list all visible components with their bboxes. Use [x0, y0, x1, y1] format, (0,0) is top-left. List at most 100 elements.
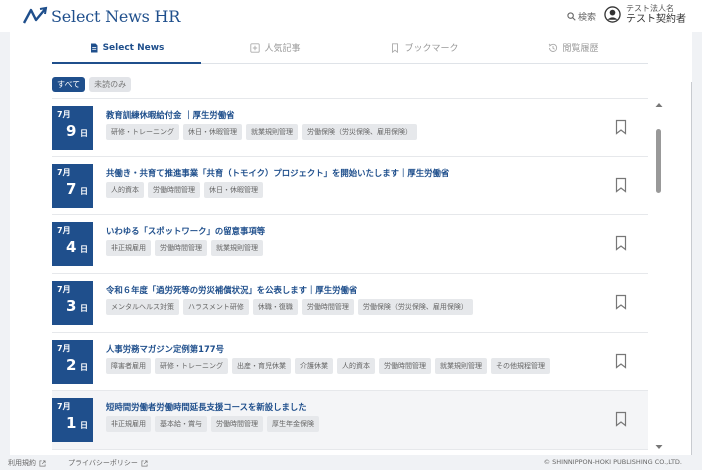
tag[interactable]: 研修・トレーニング: [155, 357, 228, 374]
tag-list: 非正規雇用 労働時間管理 就業規則管理: [106, 240, 263, 257]
filter-chips: すべて 未読のみ: [52, 77, 132, 92]
tab-bookmark[interactable]: ブックマーク: [350, 32, 499, 63]
scroll-down-arrow-icon[interactable]: [655, 444, 663, 450]
tag[interactable]: 休日・休暇管理: [183, 124, 242, 140]
article-title[interactable]: 人事労務マガジン定例第177号: [106, 343, 224, 355]
bookmark-icon[interactable]: [614, 119, 628, 135]
tag[interactable]: 労働時間管理: [379, 357, 431, 374]
tag[interactable]: 休職・復職: [252, 299, 298, 316]
user-name: テスト契約者: [626, 14, 686, 25]
article-title[interactable]: 令和６年度「過労死等の労災補償状況」を公表します｜厚生労働省: [106, 284, 357, 296]
user-menu[interactable]: テスト法人名 テスト契約者: [604, 3, 686, 25]
tab-select-news[interactable]: Select News: [52, 32, 201, 64]
date-month: 7月: [57, 110, 71, 119]
tab-label: 閲覧履歴: [562, 44, 599, 54]
date-day: 7: [66, 179, 77, 198]
tag[interactable]: メンタルヘルス対策: [106, 299, 179, 316]
plus-box-icon: [250, 42, 261, 53]
tag[interactable]: 労働時間管理: [211, 416, 263, 433]
article-title[interactable]: 教育訓練休暇給付金 ｜厚生労働省: [106, 109, 235, 121]
bookmark-icon[interactable]: [614, 235, 628, 252]
date-day: 1: [66, 414, 77, 433]
article-list: 7月 9 日 教育訓練休暇給付金 ｜厚生労働省 研修・トレーニング 休日・休暇管…: [52, 98, 648, 455]
date-month: 7月: [57, 402, 71, 412]
panel-edge: [691, 82, 692, 455]
date-month: 7月: [57, 285, 71, 295]
search-icon: [567, 12, 576, 21]
tag[interactable]: 労働時間管理: [148, 181, 200, 198]
external-link-icon: [141, 460, 148, 466]
date-suffix: 日: [80, 129, 88, 138]
date-badge: 7月 7 日: [52, 163, 93, 208]
tag[interactable]: ハラスメント研修: [183, 299, 249, 316]
search-button[interactable]: 検索: [567, 10, 596, 23]
tag-list: メンタルヘルス対策 ハラスメント研修 休職・復職 労働時間管理 労働保険（労災保…: [106, 299, 473, 316]
tag[interactable]: 障害者雇用: [106, 357, 151, 374]
article-item[interactable]: 7月 1 日 短時間労働者労働時間延長支援コースを新設しました 非正規雇用 基本…: [52, 391, 648, 451]
scroll-up-arrow-icon[interactable]: [655, 102, 663, 108]
tag[interactable]: 出産・育児休業: [232, 357, 291, 374]
tag[interactable]: 非正規雇用: [106, 416, 151, 433]
history-icon: [549, 43, 558, 52]
article-item[interactable]: 7月 4 日 いわゆる「スポットワーク」の留意事項等 非正規雇用 労働時間管理 …: [52, 215, 648, 275]
article-item[interactable]: 7月 3 日 令和６年度「過労死等の労災補償状況」を公表します｜厚生労働省 メン…: [52, 274, 648, 333]
article-item[interactable]: 7月 2 日 人事労務マガジン定例第177号 障害者雇用 研修・トレーニング 出…: [52, 333, 648, 392]
filter-unread[interactable]: 未読のみ: [89, 77, 132, 92]
tag[interactable]: 労働保険（労災保険、雇用保険）: [357, 299, 473, 316]
date-day: 2: [66, 355, 77, 374]
search-label: 検索: [578, 13, 597, 23]
date-month: 7月: [57, 343, 71, 353]
tag[interactable]: 労働保険（労災保険、雇用保険）: [302, 124, 417, 140]
article-item[interactable]: 7月 9 日 教育訓練休暇給付金 ｜厚生労働省 研修・トレーニング 休日・休暇管…: [52, 98, 648, 157]
date-day: 4: [66, 238, 77, 257]
filter-all[interactable]: すべて: [52, 77, 86, 92]
tag[interactable]: 人的資本: [337, 357, 375, 374]
copyright: © SHINNIPPON-HOKI PUBLISHING CO.,LTD.: [543, 458, 682, 466]
tab-history[interactable]: 閲覧履歴: [499, 32, 648, 63]
date-day: 9: [66, 122, 77, 140]
tab-label: Select News: [102, 42, 165, 53]
date-badge: 7月 3 日: [52, 281, 93, 326]
bookmark-icon[interactable]: [614, 177, 628, 193]
scrollbar-thumb[interactable]: [656, 129, 661, 193]
tag[interactable]: 厚生年金保険: [267, 416, 319, 433]
tag[interactable]: 就業規則管理: [246, 124, 298, 140]
terms-link[interactable]: 利用規約: [8, 458, 46, 468]
tab-popular[interactable]: 人気記事: [201, 32, 350, 63]
tag[interactable]: 基本給・賞与: [155, 416, 207, 433]
tag[interactable]: 非正規雇用: [106, 240, 151, 257]
tag[interactable]: 休日・休暇管理: [204, 181, 263, 198]
bookmark-icon[interactable]: [614, 353, 628, 369]
tag[interactable]: その他規程管理: [491, 357, 550, 374]
footer: 利用規約 プライバシーポリシー © SHINNIPPON-HOKI PUBLIS…: [0, 455, 702, 470]
article-item[interactable]: 7月 7 日 共働き・共育て推進事業「共育（トモイク）プロジェクト」を開始いたし…: [52, 157, 648, 216]
tag[interactable]: 研修・トレーニング: [106, 124, 179, 140]
tag[interactable]: 労働時間管理: [301, 299, 354, 316]
tag[interactable]: 人的資本: [106, 181, 144, 198]
date-badge: 7月 2 日: [52, 339, 93, 384]
tag-list: 非正規雇用 基本給・賞与 労働時間管理 厚生年金保険: [106, 416, 319, 433]
article-title[interactable]: 短時間労働者労働時間延長支援コースを新設しました: [106, 401, 307, 413]
date-badge: 7月 4 日: [52, 222, 93, 267]
date-suffix: 日: [80, 421, 88, 431]
user-org: テスト法人名: [626, 4, 674, 13]
external-link-icon: [39, 460, 46, 466]
logo[interactable]: Select News HR: [22, 6, 180, 26]
terms-label: 利用規約: [8, 459, 36, 467]
article-title[interactable]: いわゆる「スポットワーク」の留意事項等: [106, 225, 265, 237]
article-title[interactable]: 共働き・共育て推進事業「共育（トモイク）プロジェクト」を開始いたします｜厚生労働…: [106, 167, 449, 179]
date-suffix: 日: [80, 362, 88, 372]
bookmark-icon[interactable]: [614, 294, 628, 310]
tag[interactable]: 就業規則管理: [211, 240, 263, 257]
privacy-link[interactable]: プライバシーポリシー: [68, 458, 148, 468]
date-suffix: 日: [80, 304, 88, 314]
top-bar: Select News HR 検索 テスト法人名 テスト契約者: [0, 0, 702, 32]
date-suffix: 日: [80, 186, 88, 196]
tag[interactable]: 就業規則管理: [435, 357, 487, 374]
tag-list: 研修・トレーニング 休日・休暇管理 就業規則管理 労働保険（労災保険、雇用保険）: [106, 124, 417, 140]
tag[interactable]: 介護休業: [295, 357, 333, 374]
date-badge: 7月 1 日: [52, 398, 93, 443]
bookmark-icon[interactable]: [614, 411, 628, 428]
tag[interactable]: 労働時間管理: [155, 240, 207, 257]
tab-label: ブックマーク: [404, 44, 459, 54]
